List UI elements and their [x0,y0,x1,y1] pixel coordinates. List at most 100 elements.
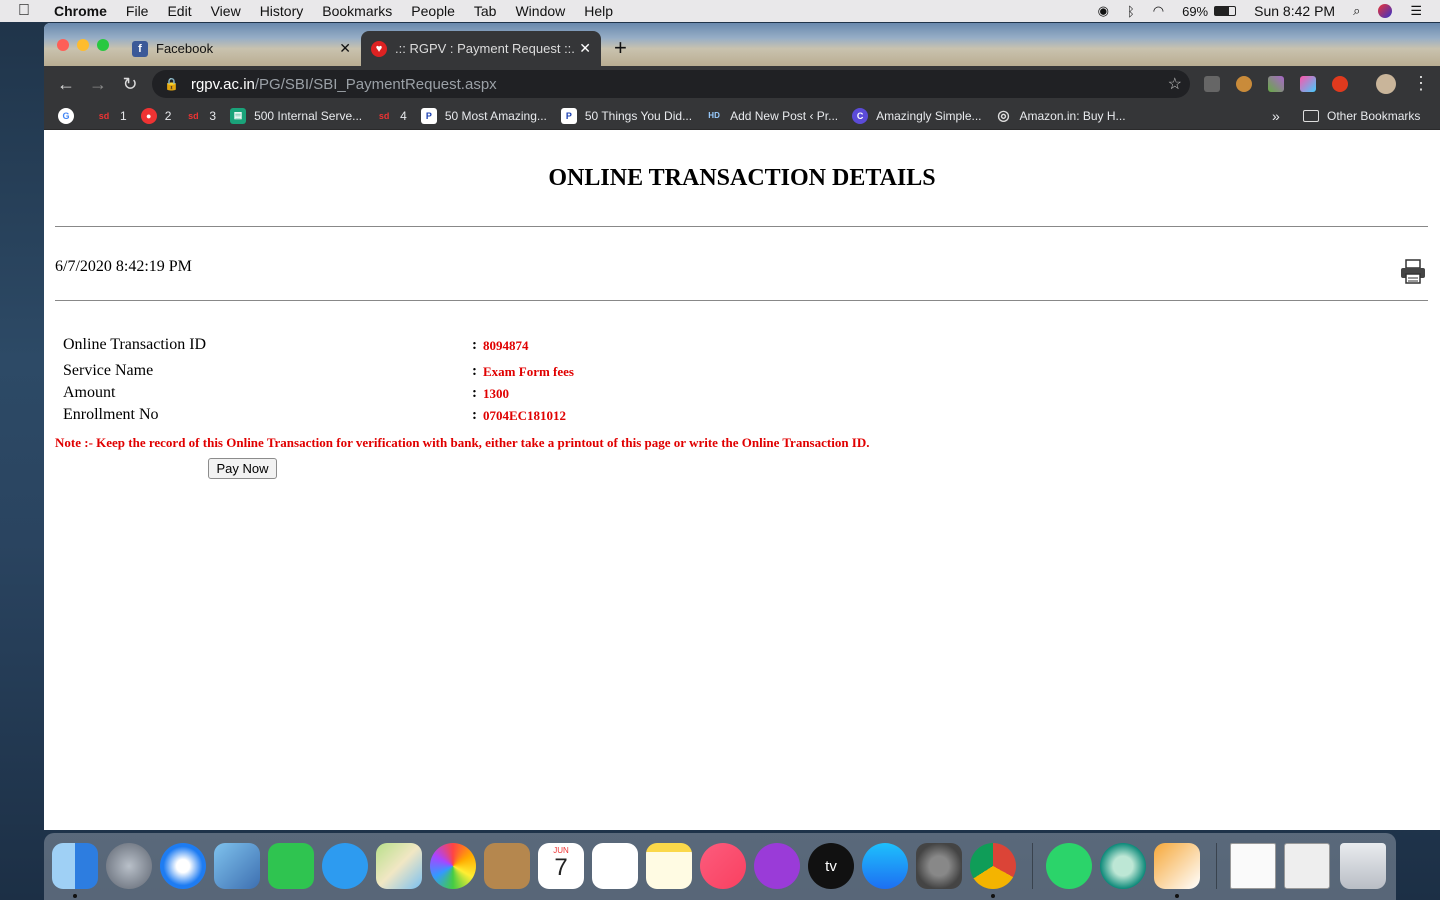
whatsapp-icon[interactable] [1046,843,1092,889]
menu-file[interactable]: File [126,3,149,19]
printer-icon[interactable] [1398,257,1428,287]
red-extension-icon[interactable] [1332,76,1348,92]
mail-icon[interactable] [214,843,260,889]
menu-edit[interactable]: Edit [167,3,191,19]
bookmark-google[interactable]: G [58,107,82,124]
profile-avatar[interactable] [1376,74,1396,94]
photos-icon[interactable] [430,843,476,889]
p-icon: P [560,107,577,124]
zoom-window-icon[interactable] [97,39,109,51]
bookmark-3[interactable]: sd 3 [185,108,216,124]
trash-icon[interactable] [1340,843,1386,889]
edge-icon[interactable] [1100,843,1146,889]
globe-icon: ◎ [997,107,1010,123]
rgpv-icon: ♥ [371,40,387,57]
html-file-icon[interactable] [1230,843,1276,889]
cookie-extension-icon[interactable] [1236,76,1252,92]
notes-icon[interactable] [646,843,692,889]
minimize-window-icon[interactable] [77,39,89,51]
dock-separator [1032,843,1033,889]
notification-center-icon[interactable]: ☰ [1410,3,1422,19]
downloads-stack-icon[interactable] [1284,843,1330,889]
clock[interactable]: Sun 8:42 PM [1254,3,1335,19]
calendar-icon[interactable]: JUN 7 [538,843,584,889]
value-amount: 1300 [483,386,509,401]
chrome-menu-icon[interactable]: ⋮ [1412,73,1430,94]
siri-icon[interactable] [1378,4,1393,18]
lock-icon[interactable]: 🔒 [164,77,179,91]
separator-colon: : [472,385,477,401]
separator-colon: : [472,337,477,353]
bookmark-50-things[interactable]: P 50 Things You Did... [560,107,692,124]
bluetooth-icon[interactable]: ᛒ [1127,4,1135,19]
pay-now-button[interactable]: Pay Now [208,458,277,479]
bookmark-add-new-post[interactable]: HD Add New Post ‹ Pr... [706,108,838,124]
google-icon: G [58,107,74,124]
menu-people[interactable]: People [411,3,455,19]
page-content: ONLINE TRANSACTION DETAILS 6/7/2020 8:42… [44,131,1440,830]
finder-icon[interactable] [52,843,98,889]
app-store-icon[interactable] [862,843,908,889]
facetime-icon[interactable] [268,843,314,889]
back-button[interactable]: ← [50,74,82,95]
bookmarks-bar: G sd 1 ● 2 sd 3 ▤ 500 Internal Serve... sd 4 … [44,102,1440,130]
bookmark-500-internal-server[interactable]: ▤ 500 Internal Serve... [230,107,362,124]
other-bookmarks[interactable]: Other Bookmarks [1303,109,1420,123]
bookmark-4[interactable]: sd 4 [376,108,407,124]
tab-strip: f Facebook ✕ ♥ .:: RGPV : Payment Reques… [44,23,1440,66]
facebook-extension-icon[interactable] [1204,76,1220,92]
messages-icon[interactable] [322,843,368,889]
contacts-icon[interactable] [484,843,530,889]
bookmark-50-most-amazing[interactable]: P 50 Most Amazing... [420,107,547,124]
system-preferences-icon[interactable] [916,843,962,889]
close-window-icon[interactable] [57,39,69,51]
sd-icon: sd [378,110,390,121]
new-tab-button[interactable]: + [614,35,627,61]
bookmark-amazingly-simple[interactable]: C Amazingly Simple... [852,107,982,124]
bookmark-2[interactable]: ● 2 [140,107,171,124]
close-tab-icon[interactable]: ✕ [579,40,591,57]
apple-tv-icon[interactable]: tv [808,843,854,889]
running-indicator [1175,894,1179,898]
chrome-icon[interactable] [970,843,1016,889]
creative-cloud-icon[interactable]: ◉ [1098,3,1109,19]
menu-bookmarks[interactable]: Bookmarks [322,3,392,19]
menu-history[interactable]: History [260,3,304,19]
podcasts-icon[interactable] [754,843,800,889]
menu-tab[interactable]: Tab [474,3,497,19]
launchpad-icon[interactable] [106,843,152,889]
divider [55,226,1428,227]
forward-button[interactable]: → [82,74,114,95]
battery-percent[interactable]: 69% [1182,4,1208,19]
music-icon[interactable] [700,843,746,889]
dock: JUN 7 tv [44,833,1396,900]
menu-app[interactable]: Chrome [54,3,107,19]
url-host: rgpv.ac.in [190,75,255,93]
reminders-icon[interactable] [592,843,638,889]
wifi-icon[interactable]: ◠ [1153,3,1164,19]
menu-help[interactable]: Help [584,3,613,19]
tab-title: .:: RGPV : Payment Request ::. [395,41,575,56]
play-extension-icon[interactable] [1300,76,1316,92]
safari-icon[interactable] [160,843,206,889]
label-enrollment-no: Enrollment No [63,406,159,423]
pen-extension-icon[interactable] [1268,76,1284,92]
apple-icon[interactable]:  [18,2,36,20]
menu-window[interactable]: Window [515,3,565,19]
close-tab-icon[interactable]: ✕ [339,40,351,57]
menu-view[interactable]: View [211,3,241,19]
bookmark-star-icon[interactable]: ☆ [1168,74,1182,94]
maps-icon[interactable] [376,843,422,889]
bookmarks-overflow-icon[interactable]: » [1272,108,1280,124]
facebook-icon: f [132,40,148,57]
value-service-name: Exam Form fees [483,364,574,379]
battery-icon[interactable] [1214,6,1237,16]
address-bar[interactable]: 🔒 rgpv.ac.in /PG/SBI/SBI_PaymentRequest.… [152,70,1190,98]
reload-button[interactable]: ↻ [114,74,146,95]
tab-rgpv-payment[interactable]: ♥ .:: RGPV : Payment Request ::. ✕ [361,31,601,66]
spotlight-icon[interactable]: ⌕ [1353,3,1360,19]
bookmark-amazon[interactable]: ◎ Amazon.in: Buy H... [996,107,1125,124]
tab-facebook[interactable]: f Facebook ✕ [122,31,361,66]
pages-icon[interactable] [1154,843,1200,889]
bookmark-1[interactable]: sd 1 [96,108,127,124]
